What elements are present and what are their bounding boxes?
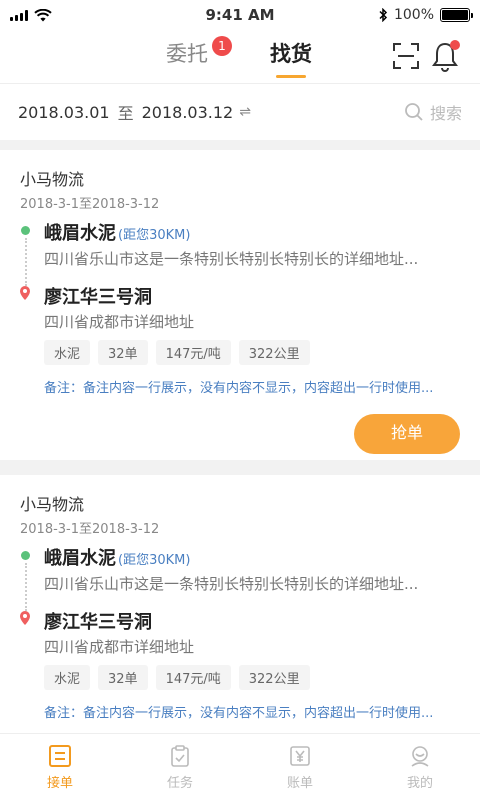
company-name: 小马物流 [20,495,85,514]
wifi-icon [34,8,52,21]
search-label: 搜索 [429,104,462,123]
origin-address: 四川省乐山市这是一条特别长特别长特别长的详细地址... [44,575,419,593]
location-pin-icon [20,286,30,300]
tag-cargo: 水泥 [44,340,91,365]
entrust-badge: 1 [212,36,232,56]
tab-tasks-label: 任务 [166,775,193,791]
route-line [25,563,27,611]
tab-find-goods-label: 找货 [270,42,312,66]
origin-label: 峨眉水泥 [44,548,116,569]
search-icon [405,103,423,121]
order-card[interactable]: 小马物流 2018-3-1至2018-3-12 峨眉水泥 (距您30KM) 四川省… [0,150,480,460]
clipboard-icon [171,744,189,767]
tab-bills[interactable]: 账单 [240,734,360,800]
tag-cargo: 水泥 [44,665,91,690]
order-dates: 2018-3-1至2018-3-12 [20,197,160,212]
status-right: 100% [378,7,473,23]
grab-order-button[interactable]: 抢单 [354,414,460,454]
date-separator: 至 [117,104,134,123]
destination-name: 廖江华三号洞 [44,287,152,308]
search-button[interactable]: 搜索 [404,100,462,124]
battery-icon [440,8,473,22]
tag-list: 水泥 32单 147元/吨 322公里 [44,340,310,365]
top-nav: 委托 1 找货 [0,30,480,84]
destination-address: 四川省成都市详细地址 [44,638,195,656]
tag-count: 32单 [98,340,148,365]
scan-button[interactable] [392,42,420,70]
end-date[interactable]: 2018.03.12 [142,103,234,122]
order-dates: 2018-3-1至2018-3-12 [20,522,160,537]
bluetooth-icon [379,8,388,22]
status-left [10,8,52,22]
tab-accept-orders-label: 接单 [46,775,73,791]
tag-distance: 322公里 [238,340,310,365]
tag-list: 水泥 32单 147元/吨 322公里 [44,665,310,690]
origin-name: 峨眉水泥 (距您30KM) [44,544,190,570]
tag-distance: 322公里 [238,665,310,690]
distance-label: (距您30KM) [118,553,191,568]
tag-price: 147元/吨 [155,340,231,365]
swap-icon[interactable]: ⇌ [239,104,251,120]
tab-find-goods[interactable]: 找货 [270,38,312,78]
distance-label: (距您30KM) [118,228,191,243]
tag-price: 147元/吨 [155,665,231,690]
tab-tasks[interactable]: 任务 [120,734,240,800]
status-bar: 9:41 AM 100% [0,0,480,30]
origin-dot-icon [21,226,30,235]
tab-profile[interactable]: 我的 [360,734,480,800]
signal-icon [10,9,28,21]
origin-label: 峨眉水泥 [44,223,116,244]
start-date[interactable]: 2018.03.01 [18,103,110,122]
tab-profile-label: 我的 [406,775,433,791]
order-note: 备注：备注内容一行展示，没有内容不显示，内容超出一行时使用... [44,706,434,721]
profile-icon [411,745,429,767]
list-icon [49,744,71,767]
battery-percent: 100% [393,7,434,23]
origin-dot-icon [21,551,30,560]
location-pin-icon [20,611,30,625]
notification-button[interactable] [430,40,460,72]
tag-count: 32单 [98,665,148,690]
order-card[interactable]: 小马物流 2018-3-1至2018-3-12 峨眉水泥 (距您30KM) 四川省… [0,475,480,735]
active-tab-indicator [276,75,306,78]
filter-bar: 2018.03.01 至 2018.03.12 ⇌ 搜索 [0,84,480,140]
tab-entrust[interactable]: 委托 [166,38,208,78]
order-note: 备注：备注内容一行展示，没有内容不显示，内容超出一行时使用... [44,381,434,396]
scan-icon [393,43,419,69]
bill-icon [290,745,310,766]
origin-address: 四川省乐山市这是一条特别长特别长特别长的详细地址... [44,250,419,268]
company-name: 小马物流 [20,170,85,189]
notification-dot [450,40,460,50]
route-line [25,238,27,286]
bottom-tab-bar: 接单 任务 账单 我的 [0,733,480,800]
origin-name: 峨眉水泥 (距您30KM) [44,219,190,245]
destination-address: 四川省成都市详细地址 [44,313,195,331]
tab-bills-label: 账单 [286,775,313,791]
destination-name: 廖江华三号洞 [44,612,152,633]
tab-accept-orders[interactable]: 接单 [0,734,120,800]
